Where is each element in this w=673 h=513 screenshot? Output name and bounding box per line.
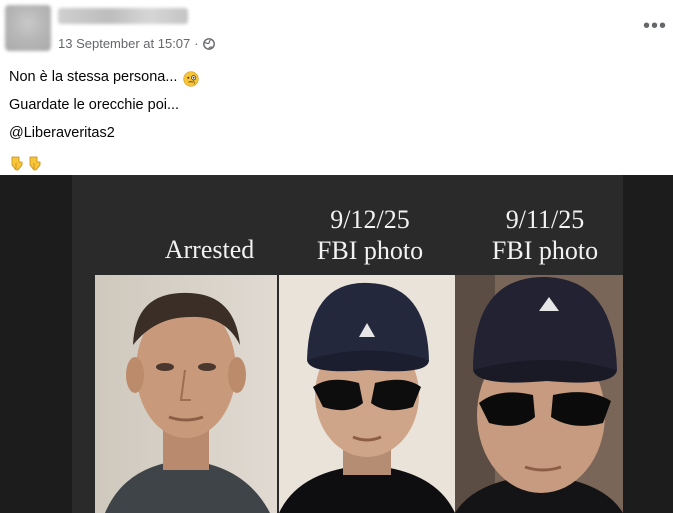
post-line-4 [9,147,199,175]
post-meta: 13 September at 15:07 · [58,36,215,51]
post-image[interactable]: Arrested 9/12/25 FBI photo 9/11/25 FBI p… [0,175,673,513]
post-header: 13 September at 15:07 · ••• [0,0,673,60]
pointing-down-emoji-icon [27,153,43,171]
caption-date-1: 9/12/25 [330,205,410,234]
pointing-down-emoji-icon [9,153,25,171]
post-line-1: Non è la stessa persona... [9,63,200,91]
post-text: Non è la stessa persona... Guardate le o… [9,63,200,175]
caption-label-2: FBI photo [491,236,599,265]
post-line-2-text: Guardate le orecchie poi... [9,97,180,113]
photo-arrested [95,275,277,513]
caption-date-2: 9/11/25 [505,205,585,234]
face-with-monocle-emoji-icon [183,69,200,87]
post-line-2: Guardate le orecchie poi... [9,91,199,119]
avatar[interactable] [5,5,51,51]
caption-label-1: FBI photo [316,236,424,265]
photo-fbi-1 [279,275,455,513]
post-line-3: @Liberaveritas2 [9,119,199,147]
post-timestamp[interactable]: 13 September at 15:07 [58,36,190,51]
photo-fbi-2 [455,275,623,513]
comparison-collage: Arrested 9/12/25 FBI photo 9/11/25 FBI p… [72,175,623,513]
post-line-1-text: Non è la stessa persona... [9,69,178,85]
caption-fbi-photo-2: 9/11/25 FBI photo [455,204,635,266]
author-name-redacted[interactable] [58,8,188,24]
globe-icon [202,37,215,50]
more-options-icon[interactable]: ••• [643,16,667,36]
caption-fbi-photo-1: 9/12/25 FBI photo [280,204,460,266]
mention-link[interactable]: @Liberaveritas2 [9,119,115,147]
meta-separator: · [194,36,199,51]
